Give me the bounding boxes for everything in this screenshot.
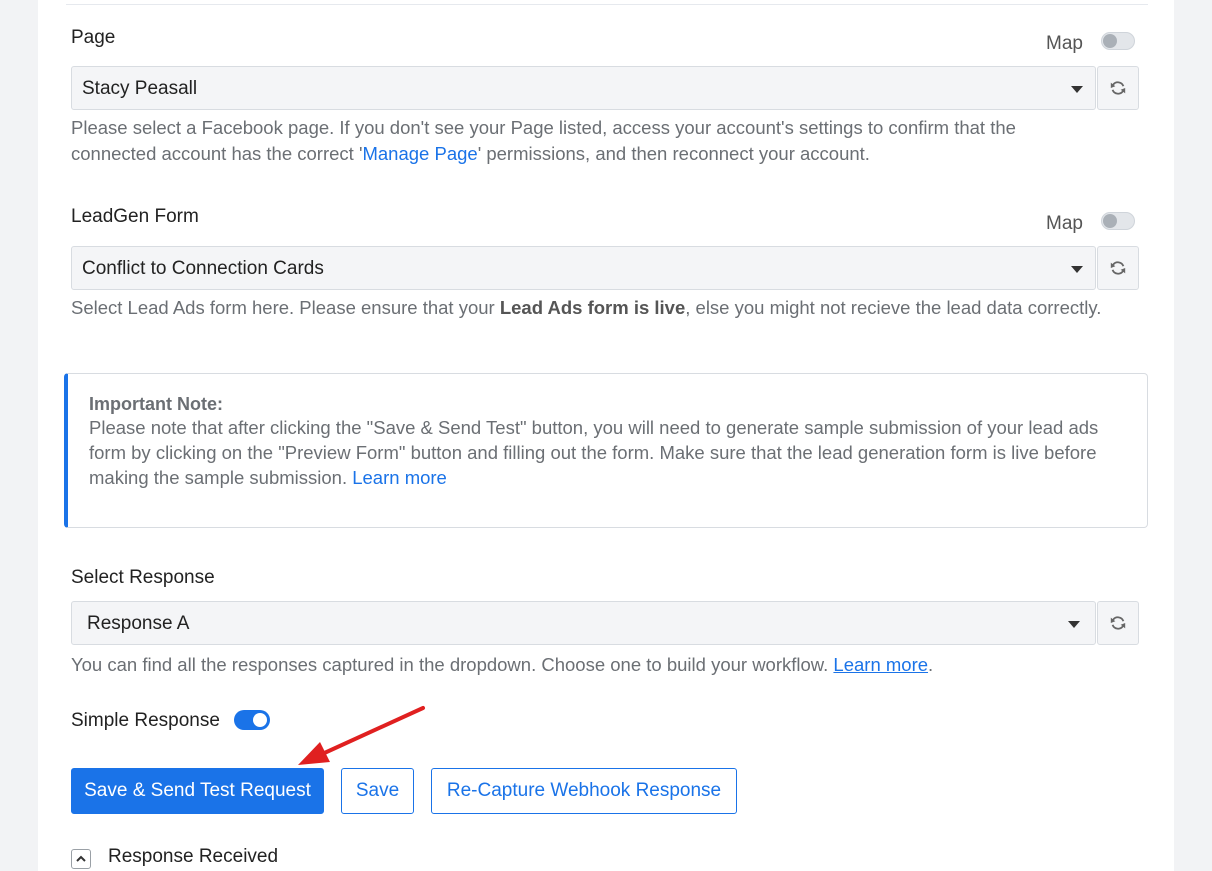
chevron-up-icon [76, 855, 86, 862]
save-button[interactable]: Save [341, 768, 414, 814]
save-send-test-button[interactable]: Save & Send Test Request [71, 768, 324, 814]
response-received-label: Response Received [108, 846, 279, 867]
recapture-webhook-button[interactable]: Re-Capture Webhook Response [431, 768, 737, 814]
annotation-arrow [298, 706, 425, 765]
response-received-collapse-button[interactable] [71, 849, 91, 869]
